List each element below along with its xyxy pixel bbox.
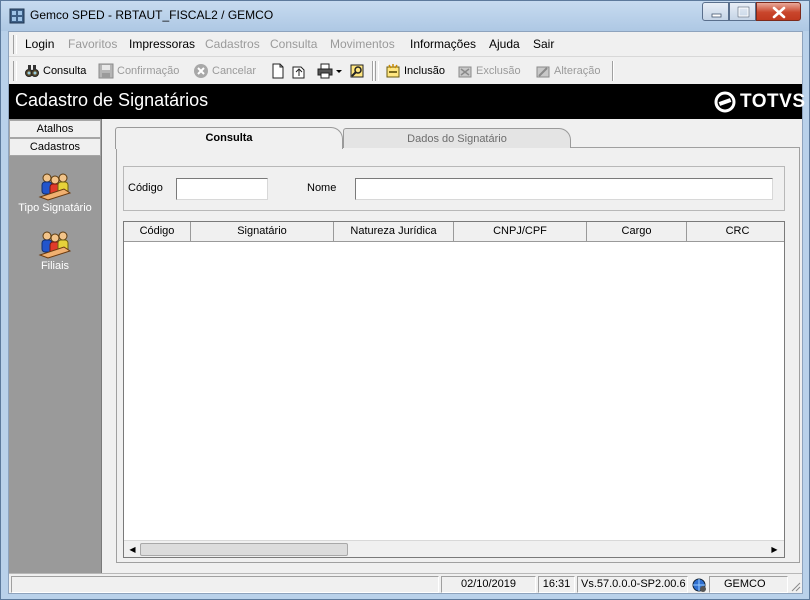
column-header-signatario[interactable]: Signatário [191,222,334,242]
chevron-down-icon [336,70,342,73]
title-bar[interactable]: Gemco SPED - RBTAUT_FISCAL2 / GEMCO [1,1,809,31]
alteracao-button[interactable]: Alteração [535,61,600,81]
toolbar: Consulta Confirmação Cancelar Inclusão E… [9,57,802,84]
toolbar-grip-2[interactable] [375,61,379,81]
resize-grip-icon[interactable] [789,580,801,592]
search-document-icon [350,64,364,78]
menu-consulta[interactable]: Consulta [270,37,317,51]
status-company: GEMCO [709,576,788,593]
totvs-logo-icon [714,91,736,113]
form-header: Cadastro de Signatários TOTVS [9,84,805,119]
exclusao-button[interactable]: Exclusão [457,61,521,81]
inclusao-button[interactable]: Inclusão [385,61,445,81]
nome-field[interactable] [355,178,773,200]
nome-label: Nome [307,182,337,194]
cancelar-button[interactable]: Cancelar [193,61,256,81]
page-title: Cadastro de Signatários [15,90,209,110]
edit-record-icon [536,66,550,78]
toolbar-separator-end [612,61,614,81]
maximize-button[interactable] [729,2,756,21]
status-bar: 02/10/2019 16:31 Vs.57.0.0.0-SP2.00.6 GE… [9,573,802,593]
status-time: 16:31 [538,576,575,593]
printer-icon [317,63,333,79]
results-grid[interactable]: Código Signatário Natureza Jurídica CNPJ… [123,221,785,558]
codigo-label: Código [128,182,163,194]
sidebar-tab-cadastros[interactable]: Cadastros [9,138,101,156]
tab-consulta[interactable]: Consulta [115,127,343,149]
menu-ajuda[interactable]: Ajuda [489,37,520,51]
minimize-icon [711,13,722,18]
totvs-logo-text: TOTVS [740,91,806,112]
status-date: 02/10/2019 [441,576,536,593]
horizontal-scrollbar[interactable]: ◀ ▶ [124,540,784,557]
column-header-crc[interactable]: CRC [687,222,784,242]
lookup-button[interactable] [349,61,368,81]
sidebar: Atalhos Cadastros Tipo Signatário Filiai… [9,119,102,573]
scroll-left-button[interactable]: ◀ [125,542,140,557]
tab-dados-signatario[interactable]: Dados do Signatário [343,128,571,148]
new-document-icon [272,63,284,79]
sidebar-item-label: Filiais [40,260,70,272]
menu-sair[interactable]: Sair [533,37,554,51]
codigo-field[interactable] [176,178,268,200]
app-window: Gemco SPED - RBTAUT_FISCAL2 / GEMCO Logi… [0,0,810,600]
menu-impressoras[interactable]: Impressoras [129,37,195,51]
menu-grip[interactable] [13,35,17,54]
consulta-label: Consulta [43,65,87,77]
close-button[interactable] [756,2,801,21]
cancelar-label: Cancelar [212,65,257,77]
add-record-icon [386,64,400,78]
window-title: Gemco SPED - RBTAUT_FISCAL2 / GEMCO [30,8,274,22]
minimize-button[interactable] [702,2,729,21]
client-area: Login Favoritos Impressoras Cadastros Co… [8,31,805,594]
menu-favoritos[interactable]: Favoritos [68,37,117,51]
people-icon [38,231,72,259]
column-header-cnpj-cpf[interactable]: CNPJ/CPF [454,222,587,242]
delete-record-icon [458,66,472,78]
network-icon [692,578,706,592]
menu-login[interactable]: Login [25,37,54,51]
column-header-codigo[interactable]: Código [124,222,191,242]
column-header-cargo[interactable]: Cargo [587,222,687,242]
people-icon [38,173,72,201]
sidebar-item-tipo-signatario[interactable]: Tipo Signatário [9,171,101,214]
maximize-icon [737,6,750,18]
scroll-right-button[interactable]: ▶ [767,542,782,557]
exclusao-label: Exclusão [476,65,521,77]
consulta-button[interactable]: Consulta [24,61,86,81]
menu-cadastros[interactable]: Cadastros [205,37,260,51]
new-document-button[interactable] [270,61,289,81]
status-version: Vs.57.0.0.0-SP2.00.6 [577,576,688,593]
menu-bar: Login Favoritos Impressoras Cadastros Co… [9,32,802,57]
confirmacao-label: Confirmação [117,65,180,77]
menu-informacoes[interactable]: Informações [410,37,476,51]
app-icon [9,8,25,24]
column-header-natureza-juridica[interactable]: Natureza Jurídica [334,222,454,242]
confirmacao-button[interactable]: Confirmação [98,61,179,81]
cancel-icon [194,64,208,78]
open-document-icon [292,66,305,79]
print-button[interactable] [317,61,342,81]
open-document-button[interactable] [291,61,310,81]
filter-group: Código Nome [123,166,785,211]
grid-header: Código Signatário Natureza Jurídica CNPJ… [124,222,784,242]
totvs-logo: TOTVS [714,91,806,113]
binoculars-icon [25,65,39,77]
close-icon [772,6,786,19]
scroll-thumb[interactable] [140,543,348,556]
sidebar-item-label: Tipo Signatário [18,202,92,214]
save-icon [98,63,114,79]
status-message [11,576,439,593]
alteracao-label: Alteração [554,65,601,77]
sidebar-item-filiais[interactable]: Filiais [9,229,101,272]
menu-movimentos[interactable]: Movimentos [330,37,395,51]
toolbar-separator [372,61,374,81]
sidebar-tab-atalhos[interactable]: Atalhos [9,120,101,138]
toolbar-grip[interactable] [13,61,17,81]
inclusao-label: Inclusão [404,65,445,77]
